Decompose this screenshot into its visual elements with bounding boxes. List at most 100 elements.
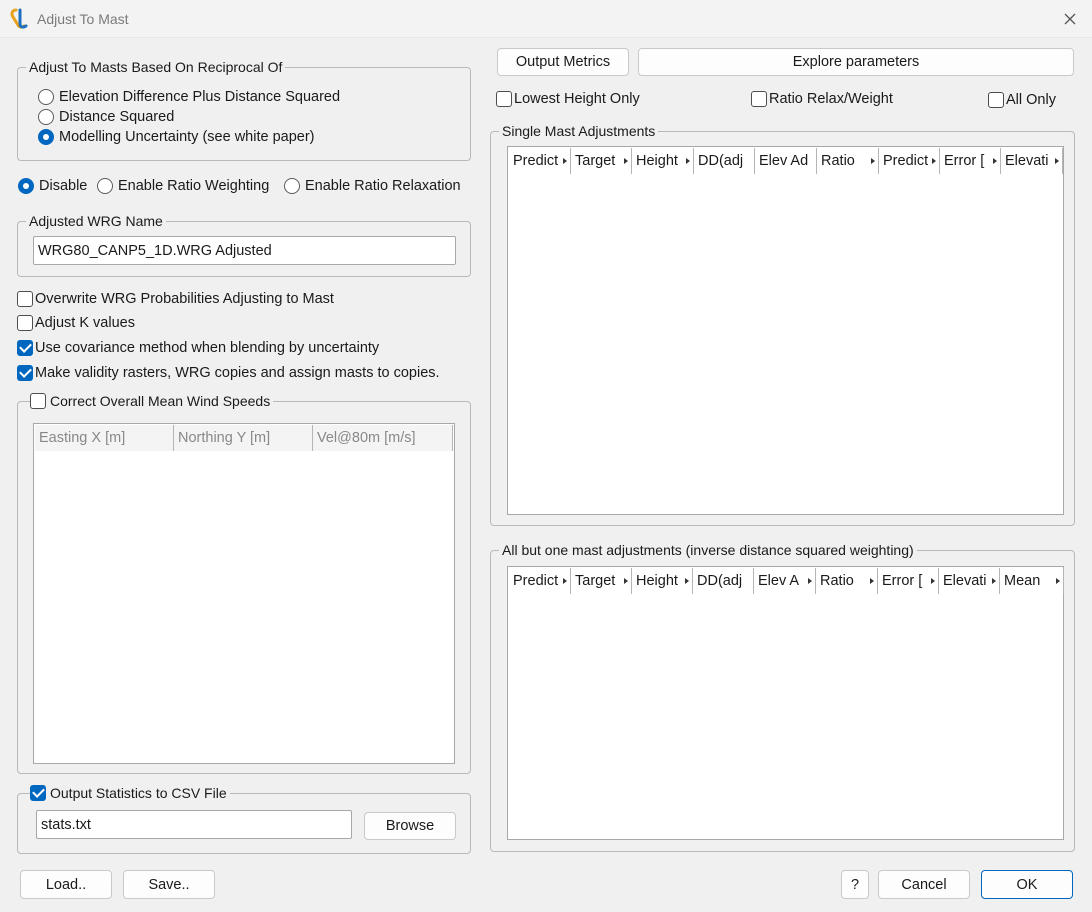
radio-ratio-relaxation[interactable]: Enable Ratio Relaxation [284,178,461,194]
column-header-label: Elev Ad [759,153,809,169]
checkbox[interactable] [988,92,1004,108]
csv-filename-value: stats.txt [41,816,91,833]
column-header[interactable]: Error [ [878,568,939,594]
radio-modelling-uncertainty[interactable]: Modelling Uncertainty (see white paper) [38,129,315,145]
radio-distance-squared[interactable]: Distance Squared [38,109,174,125]
column-header-label: Mean [1004,573,1041,589]
column-header[interactable]: Elevati [939,568,1000,594]
column-header[interactable]: Predict [509,148,571,174]
browse-label: Browse [385,818,435,834]
radio-button[interactable] [284,178,300,194]
explore-parameters-button[interactable]: Explore parameters [638,48,1074,76]
checkbox-validity-rasters[interactable]: Make validity rasters, WRG copies and as… [17,365,440,381]
radio-label: Elevation Difference Plus Distance Squar… [59,89,341,105]
column-header-label: Northing Y [m] [178,430,271,446]
column-header-label: DD(adj [698,153,744,169]
checkbox-label: Adjust K values [35,315,135,331]
all-but-one-grid-header: Predict Target Height DD(adj Elev A Rati… [509,568,1064,594]
checkbox-ratio-relax-weight[interactable]: Ratio Relax/Weight [751,91,893,107]
column-header[interactable]: DD(adj [693,568,754,594]
radio-ratio-weighting[interactable]: Enable Ratio Weighting [97,178,269,194]
cancel-label: Cancel [901,876,947,893]
column-header[interactable]: DD(adj [694,148,755,174]
load-button[interactable]: Load.. [20,870,112,899]
column-header[interactable]: Height [632,148,694,174]
single-mast-legend: Single Mast Adjustments [499,122,659,140]
column-header[interactable]: Target [571,568,632,594]
save-button[interactable]: Save.. [123,870,215,899]
mean-wind-legend[interactable]: Correct Overall Mean Wind Speeds [30,392,274,410]
column-header-easting[interactable]: Easting X [m] [35,425,174,451]
csv-output-legend-label: Output Statistics to CSV File [50,785,227,801]
column-header-label: Easting X [m] [39,430,126,446]
checkbox[interactable] [751,91,767,107]
close-icon[interactable] [1060,9,1080,29]
checkbox-all-only[interactable]: All Only [988,92,1056,108]
radio-button[interactable] [38,89,54,105]
load-label: Load.. [45,876,87,893]
column-header[interactable]: Elev A [754,568,816,594]
column-header[interactable]: Target [571,148,632,174]
help-button[interactable]: ? [841,870,869,899]
adjusted-wrg-name-input[interactable]: WRG80_CANP5_1D.WRG Adjusted [33,236,456,265]
cancel-button[interactable]: Cancel [878,870,970,899]
radio-label: Disable [39,178,88,194]
app-logo-icon [10,8,28,29]
column-header[interactable]: Elevati [1001,148,1063,174]
column-header-label: Predict [513,573,559,589]
column-header-label: Elevati [1005,153,1049,169]
single-mast-grid-header: Predict Target Height DD(adj Elev Ad Rat… [509,148,1063,174]
checkbox-covariance[interactable]: Use covariance method when blending by u… [17,340,379,356]
mean-wind-grid-header: Easting X [m] Northing Y [m] Vel@80m [m/… [35,425,453,451]
column-header-label: Height [636,153,678,169]
output-metrics-button[interactable]: Output Metrics [497,48,629,76]
radio-label: Distance Squared [59,109,175,125]
ok-button[interactable]: OK [981,870,1073,899]
all-but-one-grid[interactable]: Predict Target Height DD(adj Elev A Rati… [507,566,1064,840]
column-header[interactable]: Mean [1000,568,1064,594]
column-header[interactable]: Height [632,568,693,594]
checkbox[interactable] [17,315,33,331]
column-header-northing[interactable]: Northing Y [m] [174,425,313,451]
save-label: Save.. [148,876,190,893]
radio-elevation-distance[interactable]: Elevation Difference Plus Distance Squar… [38,89,340,105]
adjusted-wrg-name-value: WRG80_CANP5_1D.WRG Adjusted [38,242,272,259]
column-header[interactable]: Predict [879,148,940,174]
column-header[interactable]: Ratio [817,148,879,174]
mean-wind-legend-label: Correct Overall Mean Wind Speeds [50,393,271,409]
output-metrics-label: Output Metrics [515,54,611,70]
checkbox[interactable] [17,291,33,307]
radio-button[interactable] [18,178,34,194]
all-but-one-legend: All but one mast adjustments (inverse di… [499,541,917,559]
column-header[interactable]: Ratio [816,568,878,594]
column-header[interactable]: Error [ [940,148,1001,174]
csv-filename-input[interactable]: stats.txt [36,810,352,839]
checkbox[interactable] [17,340,33,356]
checkbox-overwrite-probabilities[interactable]: Overwrite WRG Probabilities Adjusting to… [17,291,334,307]
column-header-label: Error [ [944,153,985,169]
browse-button[interactable]: Browse [364,812,456,840]
title-bar: Adjust To Mast [0,0,1092,38]
radio-disable[interactable]: Disable [18,178,87,194]
checkbox-label: Make validity rasters, WRG copies and as… [35,365,440,381]
checkbox-lowest-height-only[interactable]: Lowest Height Only [496,91,640,107]
column-header[interactable]: Elev Ad [755,148,817,174]
single-mast-grid[interactable]: Predict Target Height DD(adj Elev Ad Rat… [507,146,1064,515]
column-header-velocity[interactable]: Vel@80m [m/s] [313,425,453,451]
radio-label: Modelling Uncertainty (see white paper) [59,129,315,145]
checkbox[interactable] [496,91,512,107]
checkbox[interactable] [17,365,33,381]
radio-label: Enable Ratio Weighting [118,178,270,194]
column-header[interactable]: Predict [509,568,571,594]
checkbox-adjust-k[interactable]: Adjust K values [17,315,135,331]
radio-button[interactable] [97,178,113,194]
mean-wind-grid[interactable]: Easting X [m] Northing Y [m] Vel@80m [m/… [33,423,455,764]
column-header-label: Height [636,573,678,589]
column-header-label: Predict [513,153,559,169]
checkbox[interactable] [30,785,46,801]
help-label: ? [850,876,860,893]
radio-button[interactable] [38,129,54,145]
radio-button[interactable] [38,109,54,125]
checkbox[interactable] [30,393,46,409]
csv-output-legend[interactable]: Output Statistics to CSV File [30,784,230,802]
